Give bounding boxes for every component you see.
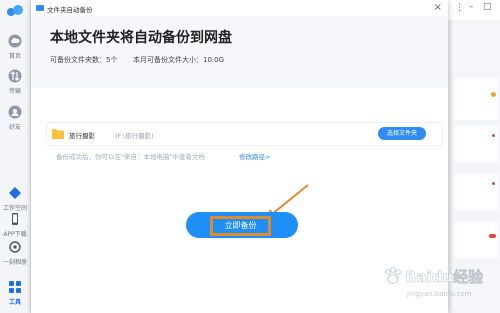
sidebar-item-album[interactable]: 一刻相册 [0,240,30,266]
sidebar-item-label: 工具 [8,299,21,306]
background-card [454,126,498,162]
sidebar-item-label: 工作空间 [2,205,27,212]
folder-count-stat: 可备份文件夹数：5个 [50,56,118,64]
backup-now-button[interactable]: 立即备份 [186,212,298,238]
page-title: 本地文件夹将自动备份到网盘 [50,30,232,46]
background-card [454,174,498,210]
sidebar-item-label: 首页 [8,53,21,60]
friends-icon [8,105,22,119]
background-window-controls: ⋮ – □ [445,0,500,20]
sidebar-item-label: APP下载 [3,231,27,238]
backup-note: 备份成功后，你可以在"来自：本地电脑"中查看文档 [56,153,205,161]
sidebar-item-app-download[interactable]: APP下载 [0,212,30,238]
badge-dot [492,182,495,185]
sidebar-item-workspace[interactable]: 工作空间 [0,186,30,212]
sidebar-item-label: 一刻相册 [2,259,27,266]
dialog-titlebar: 文件夹自动备份 × [31,0,448,16]
more-icon: ⋮ [455,3,464,13]
dialog-title: 文件夹自动备份 [47,6,93,14]
sidebar-item-label: 好友 [8,124,21,131]
monthly-size-stat: 本月可备份文件大小：10.0G [133,56,225,64]
album-icon [9,241,21,253]
badge-dot [491,92,496,97]
badge-dot [492,134,495,137]
maximize-icon[interactable]: □ [483,2,492,12]
transfer-icon [8,69,22,83]
paw-icon [385,267,401,284]
sidebar: 首页 传输 好友 工作空间 APP下载 一刻相册 工具 [0,0,31,313]
cloud-icon [8,34,22,48]
close-icon[interactable]: × [434,2,442,13]
tools-grid-icon [9,281,21,293]
sidebar-item-tools[interactable]: 工具 [0,280,30,306]
watermark-url: jingyan.baidu.com [407,290,472,298]
sidebar-item-transfer[interactable]: 传输 [0,69,30,95]
sidebar-item-home[interactable]: 首页 [0,34,30,60]
change-path-link[interactable]: 修改路径> [239,151,270,161]
background-card [454,78,498,120]
app-logo [7,5,23,16]
sidebar-item-friends[interactable]: 好友 [0,105,30,131]
background-card [454,222,498,258]
dialog-header: 本地文件夹将自动备份到网盘 可备份文件夹数：5个 本月可备份文件大小：10.0G [31,16,448,88]
workspace-icon [9,187,21,199]
watermark-text: Baidu经验 [405,268,484,287]
select-folder-button[interactable]: 选择文件夹 [378,127,426,140]
baidu-jingyan-watermark: Baidu经验 jingyan.baidu.com [383,264,493,310]
folder-backup-icon [36,5,44,11]
folder-path: (F:\旅行摄影) [115,132,154,140]
backup-now-label: 立即备份 [210,216,271,236]
phone-icon [12,213,18,225]
folder-name: 旅行摄影 [69,132,95,140]
folder-row[interactable]: 旅行摄影 (F:\旅行摄影) 选择文件夹 [46,122,443,146]
badge-pill [489,234,496,238]
folder-icon [52,129,64,139]
minimize-icon[interactable]: – [469,2,474,12]
sidebar-item-label: 传输 [8,88,21,95]
